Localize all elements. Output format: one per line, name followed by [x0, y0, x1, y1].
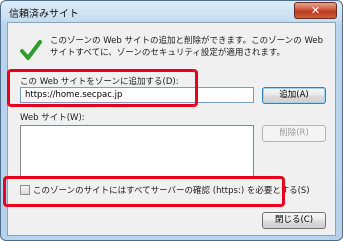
dialog-window: 信頼済みサイト ✕ このゾーンの Web サイトの追加と削除ができます。このゾー… [0, 0, 343, 241]
websites-label: Web サイト(W): [20, 113, 85, 123]
window-title: 信頼済みサイト [9, 9, 79, 20]
close-button[interactable]: 閉じる(C) [262, 212, 326, 229]
check-icon [20, 40, 42, 60]
title-bar[interactable]: 信頼済みサイト ✕ [1, 1, 342, 21]
websites-list[interactable] [20, 125, 254, 177]
remove-button[interactable]: 削除(R) [262, 125, 326, 142]
highlight-add-site [7, 69, 198, 107]
add-button[interactable]: 追加(A) [262, 87, 326, 104]
window-close-button[interactable]: ✕ [294, 2, 337, 19]
close-icon: ✕ [310, 4, 321, 17]
highlight-https-option [3, 176, 285, 207]
intro-text: このゾーンの Web サイトの追加と削除ができます。このゾーンの Web サイト… [50, 36, 323, 58]
